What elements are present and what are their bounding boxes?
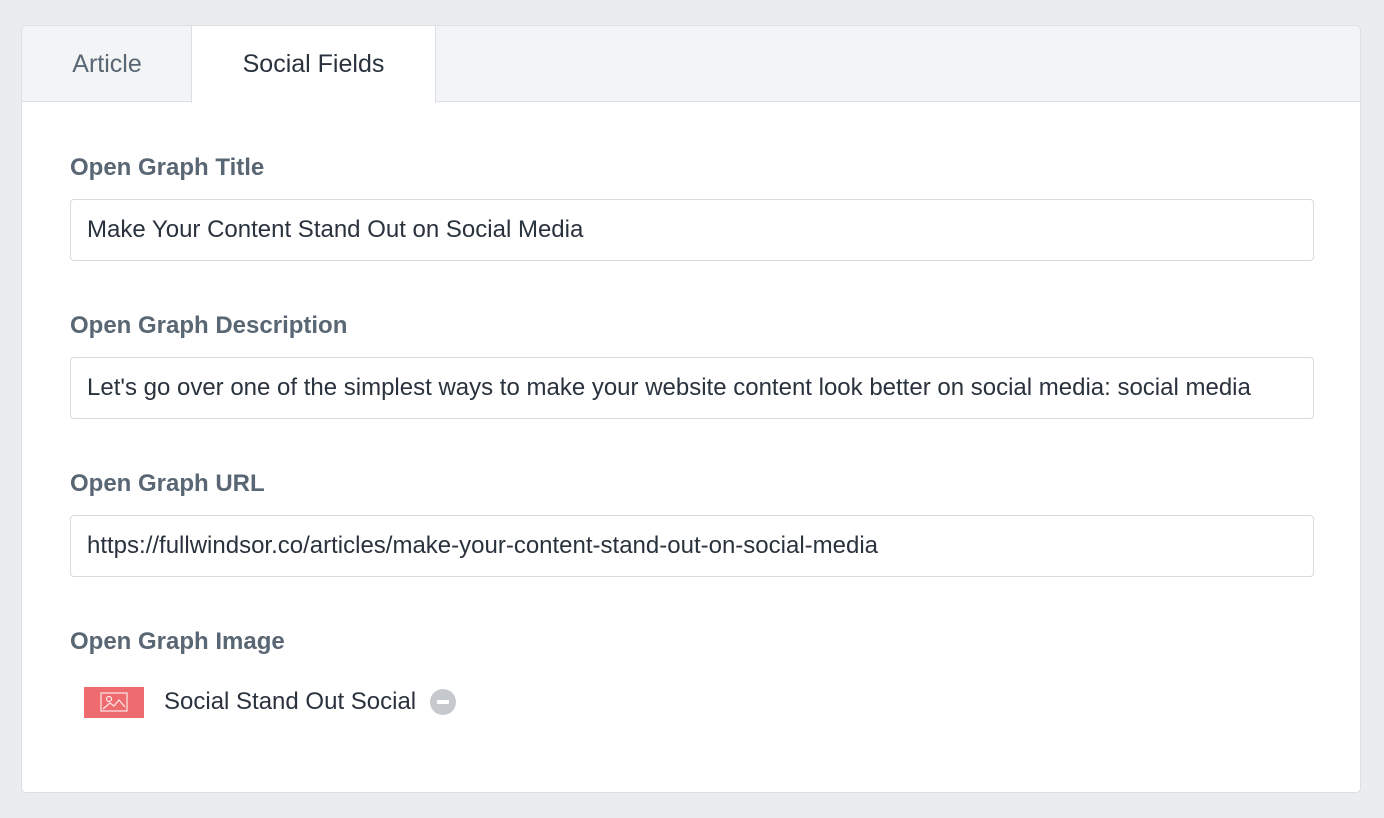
og-url-input[interactable]: https://fullwindsor.co/articles/make-you… — [70, 515, 1314, 577]
og-image-asset: Social Stand Out Social — [84, 682, 457, 722]
entry-panel: Article Social Fields Open Graph Title M… — [21, 25, 1361, 793]
image-filename: Social Stand Out Social — [164, 688, 417, 715]
image-icon — [100, 692, 128, 712]
image-thumbnail[interactable] — [84, 686, 144, 718]
tab-bar: Article Social Fields — [22, 26, 1360, 103]
og-url-label: Open Graph URL — [70, 470, 265, 497]
og-title-input[interactable]: Make Your Content Stand Out on Social Me… — [70, 199, 1314, 261]
tab-social-fields[interactable]: Social Fields — [191, 26, 436, 103]
og-title-label: Open Graph Title — [70, 154, 265, 181]
tab-article[interactable]: Article — [22, 26, 192, 102]
og-image-label: Open Graph Image — [70, 628, 285, 655]
og-description-input[interactable]: Let's go over one of the simplest ways t… — [70, 357, 1314, 419]
remove-icon[interactable] — [430, 689, 457, 715]
og-description-label: Open Graph Description — [70, 312, 348, 339]
